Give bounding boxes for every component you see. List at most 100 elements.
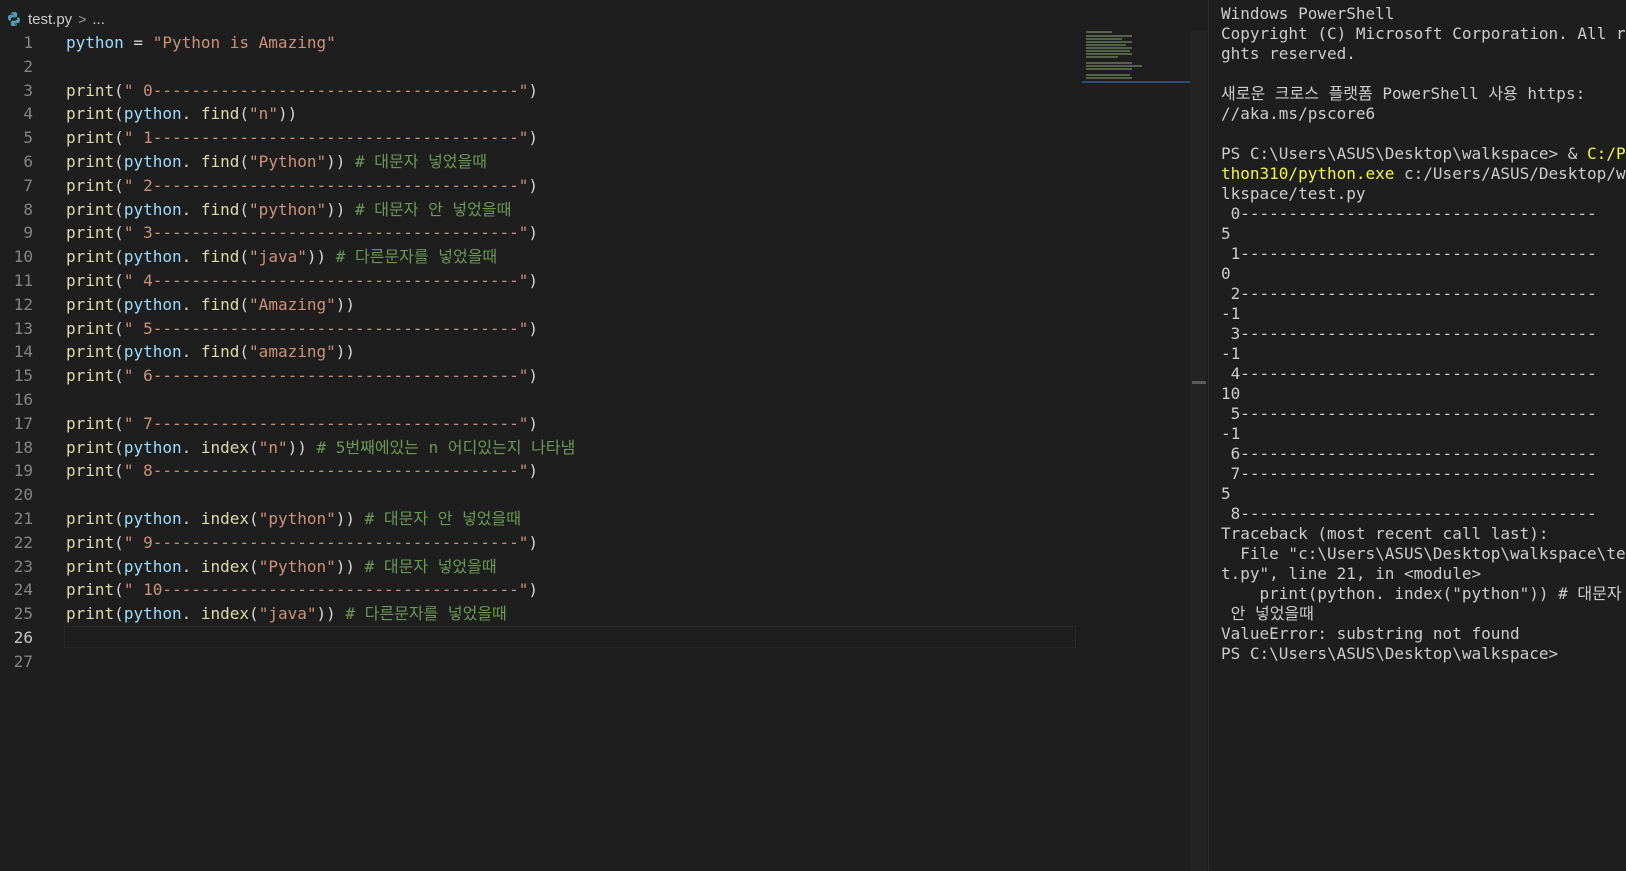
terminal-text: 5 xyxy=(1221,224,1231,243)
terminal-line: lkspace/test.py xyxy=(1221,184,1616,204)
code-token: python xyxy=(123,247,182,267)
code-line[interactable]: 25 print(python. index("java")) # 다른문자를 넣… xyxy=(0,602,1080,626)
terminal-line: Copyright (C) Microsoft Corporation. All… xyxy=(1221,24,1626,44)
chevron-right-icon: > xyxy=(78,11,87,27)
code-token: # 다른문자를 넣었을때 xyxy=(345,604,507,624)
code-line[interactable]: 24 print(" 10----------------------------… xyxy=(0,578,1080,602)
terminal-line: PS C:\Users\ASUS\Desktop\walkspace> & C:… xyxy=(1221,144,1626,164)
code-line[interactable]: 10 print(python. find("java")) # 다른문자를 넣었… xyxy=(0,245,1080,269)
code-token: ( xyxy=(114,128,124,148)
code-token: )) xyxy=(316,604,346,624)
code-line[interactable]: 14 print(python. find("amazing")) xyxy=(0,340,1080,364)
terminal-line: thon310/python.exe c:/Users/ASUS/Desktop… xyxy=(1221,164,1626,184)
code-token: # 대문자 넣었을때 xyxy=(355,151,487,171)
code-token: print xyxy=(66,128,115,148)
code-line[interactable]: 23 print(python. index("Python")) # 대문자 넣… xyxy=(0,555,1080,579)
code-text: print(" 9-------------------------------… xyxy=(66,531,538,555)
code-token: python xyxy=(123,151,182,171)
code-token: # 다른문자를 넣었을때 xyxy=(335,247,498,267)
breadcrumb-symbols[interactable]: ... xyxy=(92,11,105,28)
code-token: print xyxy=(66,80,115,100)
line-number: 15 xyxy=(13,366,33,386)
line-number: 18 xyxy=(13,437,33,457)
terminal-line: print(python. index("python")) # 대문자 xyxy=(1221,584,1622,604)
code-token: ( xyxy=(239,247,250,267)
terminal-line: 새로운 크로스 플랫폼 PowerShell 사용 https: xyxy=(1221,84,1616,104)
code-token: " 4-------------------------------------… xyxy=(123,270,529,290)
code-token: )) xyxy=(306,247,336,267)
terminal-text: 7------------------------------------- xyxy=(1221,464,1597,483)
terminal-text: 1------------------------------------- xyxy=(1221,244,1597,263)
code-line[interactable]: 4 print(python. find("n")) xyxy=(0,102,1080,126)
code-line[interactable]: 18 print(python. index("n")) # 5번째에있는 n 어… xyxy=(0,436,1080,460)
terminal-line: ghts reserved. xyxy=(1221,44,1616,64)
terminal-line: t.py", line 21, in <module> xyxy=(1221,564,1616,584)
code-token: "Amazing" xyxy=(249,294,336,314)
line-number: 24 xyxy=(13,580,33,600)
breadcrumb-file[interactable]: test.py xyxy=(28,11,72,28)
line-number: 7 xyxy=(23,175,33,195)
terminal-line: 7------------------------------------- xyxy=(1221,464,1616,484)
line-number: 27 xyxy=(13,651,33,671)
code-line[interactable]: 22 print(" 9-----------------------------… xyxy=(0,531,1080,555)
code-text: print(python. index("python")) # 대문자 안 넣… xyxy=(66,507,521,531)
terminal-panel[interactable]: Windows PowerShell Copyright (C) Microsof… xyxy=(1208,0,1626,871)
code-token: ) xyxy=(528,128,539,148)
terminal-line: 10 xyxy=(1221,384,1616,404)
terminal-text: 4------------------------------------- xyxy=(1221,364,1597,383)
code-token: " 0-------------------------------------… xyxy=(123,80,529,100)
code-line[interactable]: 19 print(" 8-----------------------------… xyxy=(0,459,1080,483)
code-token: print xyxy=(66,318,115,338)
line-number: 20 xyxy=(13,485,33,505)
code-line[interactable]: 26 xyxy=(0,625,1080,650)
code-text: print(" 3-------------------------------… xyxy=(66,221,538,245)
code-line[interactable]: 12 print(python. find("Amazing")) xyxy=(0,293,1080,317)
code-token: . xyxy=(181,556,201,576)
code-token: "python" xyxy=(258,508,336,528)
line-number: 14 xyxy=(13,342,33,362)
code-line[interactable]: 16 xyxy=(0,388,1080,412)
code-token: print xyxy=(66,175,115,195)
code-line[interactable]: 2 xyxy=(0,55,1080,79)
terminal-text: Traceback (most recent call last): xyxy=(1221,524,1549,543)
code-token: . xyxy=(181,508,201,528)
terminal-text: c:/Users/ASUS/Desktop/wa xyxy=(1394,164,1626,183)
code-line[interactable]: 6 print(python. find("Python")) # 대문자 넣었을… xyxy=(0,150,1080,174)
line-number: 6 xyxy=(23,151,33,171)
code-line[interactable]: 7 print(" 2------------------------------… xyxy=(0,174,1080,198)
code-token: print xyxy=(66,199,115,219)
code-area[interactable]: 1 python = "Python is Amazing" 2 3 print(" 0… xyxy=(0,31,1080,674)
code-line[interactable]: 20 xyxy=(0,483,1080,507)
minimap[interactable] xyxy=(1082,31,1192,83)
code-editor[interactable]: test.py > ... 1 python = "Python is Amazi… xyxy=(0,0,1206,871)
code-line[interactable]: 5 print(" 1------------------------------… xyxy=(0,126,1080,150)
code-token: print xyxy=(66,580,115,600)
code-line[interactable]: 21 print(python. index("python")) # 대문자 안… xyxy=(0,507,1080,531)
code-line[interactable]: 3 print(" 0------------------------------… xyxy=(0,79,1080,103)
code-line[interactable]: 1 python = "Python is Amazing" xyxy=(0,31,1080,55)
code-line[interactable]: 17 print(" 7-----------------------------… xyxy=(0,412,1080,436)
terminal-text: PS C:\Users\ASUS\Desktop\walkspace> xyxy=(1221,644,1559,663)
code-token: "n" xyxy=(258,437,288,457)
code-token: print xyxy=(66,556,115,576)
code-line[interactable]: 27 xyxy=(0,650,1080,674)
terminal-text: -1 xyxy=(1221,344,1241,363)
code-token: print xyxy=(66,508,115,528)
scrollbar-thumb[interactable] xyxy=(1192,381,1206,384)
code-text: print(" 8-------------------------------… xyxy=(66,459,538,483)
editor-scrollbar[interactable] xyxy=(1190,31,1206,871)
code-token: ( xyxy=(114,175,124,195)
terminal-line: 8------------------------------------- xyxy=(1221,504,1616,524)
terminal-text: 6------------------------------------- xyxy=(1221,444,1597,463)
code-line[interactable]: 15 print(" 6-----------------------------… xyxy=(0,364,1080,388)
code-token: ( xyxy=(114,199,124,219)
code-line[interactable]: 9 print(" 3------------------------------… xyxy=(0,221,1080,245)
code-token: print xyxy=(66,104,115,124)
code-line[interactable]: 13 print(" 5-----------------------------… xyxy=(0,317,1080,341)
code-line[interactable]: 8 print(python. find("python")) # 대문자 안 넣… xyxy=(0,198,1080,222)
terminal-line: 5------------------------------------- xyxy=(1221,404,1616,424)
terminal-text: -1 xyxy=(1221,304,1241,323)
code-token: print xyxy=(66,413,115,433)
code-token: )) xyxy=(326,151,356,171)
code-line[interactable]: 11 print(" 4-----------------------------… xyxy=(0,269,1080,293)
